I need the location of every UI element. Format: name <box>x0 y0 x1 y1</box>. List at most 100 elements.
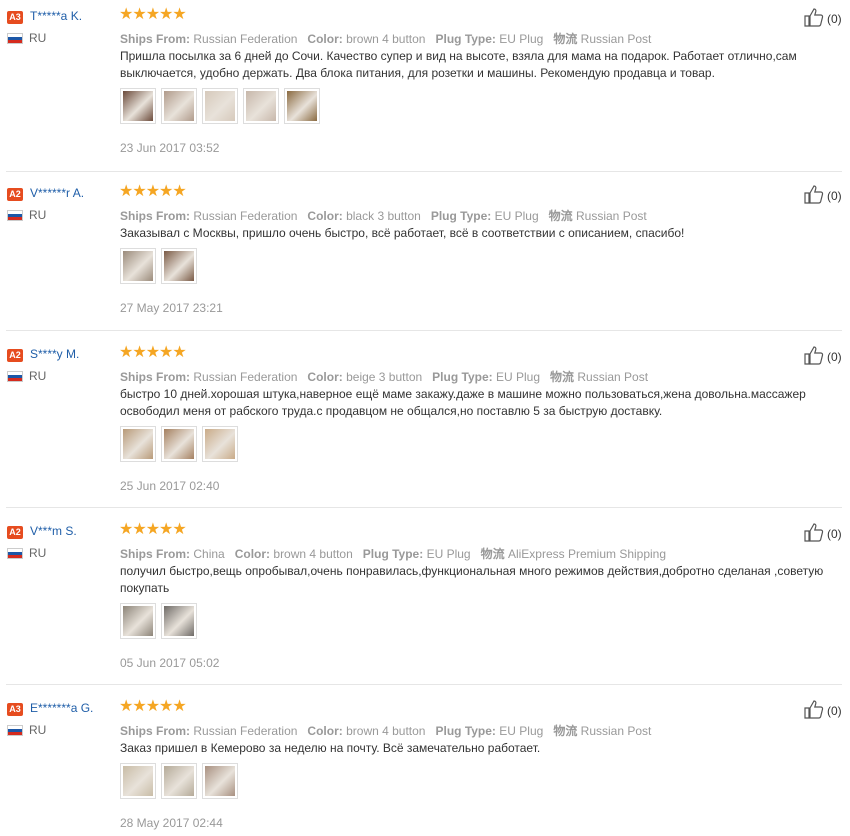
review-text: Заказ пришел в Кемерово за неделю на поч… <box>120 741 541 755</box>
helpful-like-button[interactable]: (0) <box>803 6 842 31</box>
review-photo-thumbnail[interactable] <box>202 763 238 799</box>
color-value: brown 4 button <box>273 547 353 561</box>
order-attributes: Ships From: Russian Federation Color: bla… <box>120 207 657 224</box>
color-label: Color: <box>307 724 343 738</box>
reviewer-name[interactable]: E*******a G. <box>30 701 93 715</box>
ships-from-attribute: Ships From: Russian Federation <box>120 370 297 384</box>
reviewer-name[interactable]: V***m S. <box>30 524 77 538</box>
plug-type-label: Plug Type: <box>430 209 492 223</box>
review-photos <box>120 603 197 639</box>
review-photo-thumbnail[interactable] <box>161 763 197 799</box>
russia-flag-icon <box>7 210 23 221</box>
review-photo-thumbnail[interactable] <box>161 426 197 462</box>
review-photo-thumbnail[interactable] <box>161 88 197 124</box>
reviewer-name[interactable]: T*****a K. <box>30 9 82 23</box>
review-date: 23 Jun 2017 03:52 <box>120 141 220 155</box>
color-label: Color: <box>307 209 343 223</box>
thumbs-up-icon[interactable] <box>803 6 825 31</box>
review-photos <box>120 426 238 462</box>
review-divider <box>6 171 842 172</box>
plug-type-label: Plug Type: <box>435 724 496 738</box>
review-divider <box>6 507 842 508</box>
plug-type-value: EU Plug <box>495 370 540 384</box>
reviewer-country: RU <box>29 723 47 737</box>
review-photo-thumbnail[interactable] <box>243 88 279 124</box>
buyer-level-badge: A2 <box>7 188 23 201</box>
review-photo-thumbnail[interactable] <box>120 426 156 462</box>
review-photo-thumbnail[interactable] <box>120 763 156 799</box>
plug-type-value: EU Plug <box>426 547 471 561</box>
logistics-value: Russian Post <box>580 32 652 46</box>
reviewer-country: RU <box>29 31 47 45</box>
review-divider <box>6 684 842 685</box>
helpful-like-button[interactable]: (0) <box>803 521 842 546</box>
order-attributes: Ships From: Russian Federation Color: bro… <box>120 722 661 739</box>
helpful-like-button[interactable]: (0) <box>803 344 842 369</box>
logistics-attribute: 物流 AliExpress Premium Shipping <box>481 547 666 561</box>
helpful-like-button[interactable]: (0) <box>803 183 842 208</box>
color-value: black 3 button <box>346 209 421 223</box>
logistics-value: Russian Post <box>580 724 652 738</box>
star-rating: ★★★★★ <box>119 344 187 361</box>
review-photos <box>120 763 238 799</box>
review-photos <box>120 248 197 284</box>
review-photo-thumbnail[interactable] <box>120 248 156 284</box>
logistics-attribute: 物流 Russian Post <box>553 32 651 46</box>
reviewer-name[interactable]: S****y M. <box>30 347 79 361</box>
color-value: brown 4 button <box>346 724 426 738</box>
reviewer-name[interactable]: V******r A. <box>30 186 84 200</box>
review-photo-thumbnail[interactable] <box>161 603 197 639</box>
review-photo-thumbnail[interactable] <box>202 88 238 124</box>
review-text: быстро 10 дней.хорошая штука,наверное ещ… <box>120 387 806 418</box>
buyer-level-badge: A3 <box>7 703 23 716</box>
ships-from-label: Ships From: <box>120 209 191 223</box>
russia-flag-icon <box>7 548 23 559</box>
logistics-attribute: 物流 Russian Post <box>550 370 648 384</box>
color-attribute: Color: brown 4 button <box>307 32 425 46</box>
helpful-like-button[interactable]: (0) <box>803 698 842 723</box>
reviewer-country: RU <box>29 546 47 560</box>
thumbs-up-icon[interactable] <box>803 344 825 369</box>
like-count: (0) <box>827 703 842 718</box>
order-attributes: Ships From: Russian Federation Color: bro… <box>120 30 661 47</box>
logistics-label: 物流 <box>548 209 573 223</box>
star-rating: ★★★★★ <box>119 521 187 538</box>
plug-type-label: Plug Type: <box>435 32 496 46</box>
review-photo-thumbnail[interactable] <box>284 88 320 124</box>
star-rating: ★★★★★ <box>119 6 187 23</box>
ships-from-value: China <box>193 547 225 561</box>
like-count: (0) <box>827 188 842 203</box>
color-value: brown 4 button <box>346 32 426 46</box>
review-text: Пришла посылка за 6 дней до Сочи. Качест… <box>120 49 797 80</box>
thumbs-up-icon[interactable] <box>803 521 825 546</box>
logistics-label: 物流 <box>550 370 575 384</box>
thumbs-up-icon[interactable] <box>803 183 825 208</box>
logistics-value: Russian Post <box>576 209 647 223</box>
review-photo-thumbnail[interactable] <box>161 248 197 284</box>
review-photo-thumbnail[interactable] <box>120 603 156 639</box>
russia-flag-icon <box>7 33 23 44</box>
ships-from-value: Russian Federation <box>193 370 298 384</box>
russia-flag-icon <box>7 725 23 736</box>
color-attribute: Color: brown 4 button <box>307 724 425 738</box>
review-date: 25 Jun 2017 02:40 <box>120 479 220 493</box>
ships-from-label: Ships From: <box>120 547 191 561</box>
review-photos <box>120 88 320 124</box>
review-photo-thumbnail[interactable] <box>202 426 238 462</box>
russia-flag-icon <box>7 371 23 382</box>
order-attributes: Ships From: Russian Federation Color: bei… <box>120 368 658 385</box>
plug-type-attribute: Plug Type: EU Plug <box>363 547 471 561</box>
plug-type-label: Plug Type: <box>432 370 493 384</box>
plug-type-attribute: Plug Type: EU Plug <box>435 724 543 738</box>
color-label: Color: <box>307 32 343 46</box>
reviewer-country: RU <box>29 369 47 383</box>
plug-type-label: Plug Type: <box>362 547 424 561</box>
color-attribute: Color: black 3 button <box>307 209 420 223</box>
reviewer-country: RU <box>29 208 47 222</box>
thumbs-up-icon[interactable] <box>803 698 825 723</box>
review-photo-thumbnail[interactable] <box>120 88 156 124</box>
ships-from-label: Ships From: <box>120 370 191 384</box>
logistics-attribute: 物流 Russian Post <box>549 209 647 223</box>
logistics-value: AliExpress Premium Shipping <box>507 547 667 561</box>
buyer-level-badge: A3 <box>7 11 23 24</box>
